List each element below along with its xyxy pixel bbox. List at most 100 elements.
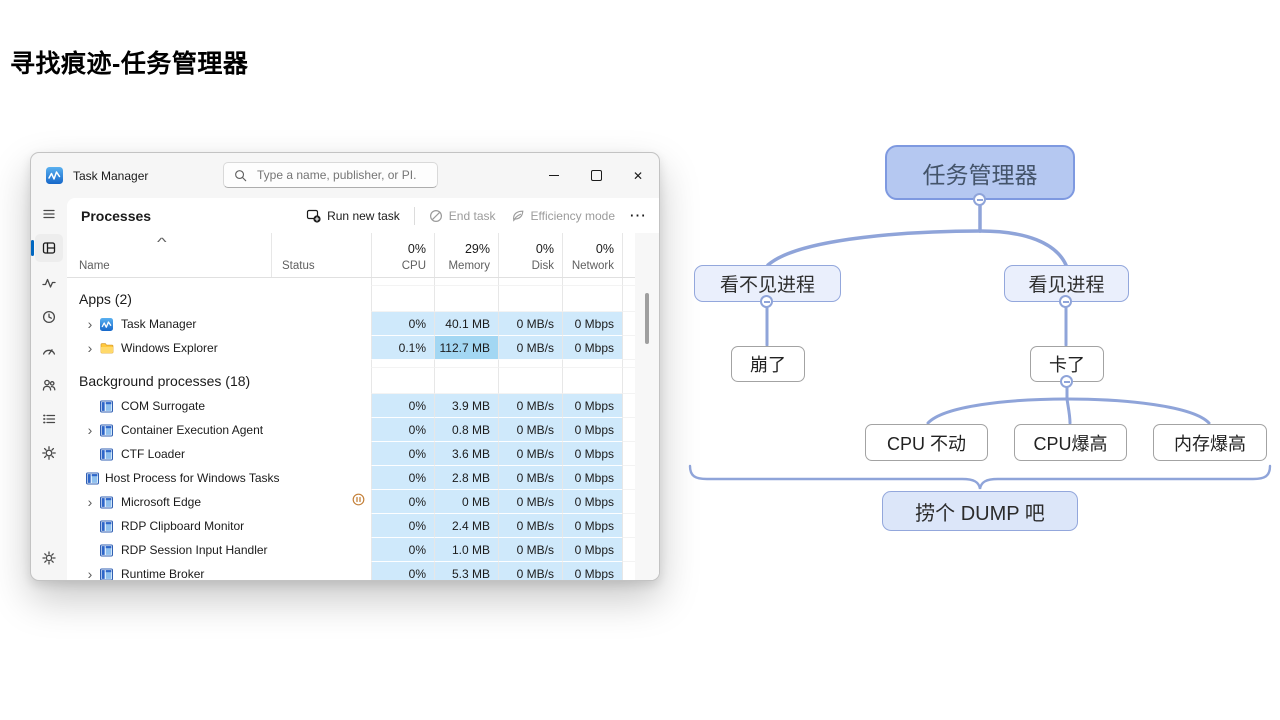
sort-ascending-icon: ^ bbox=[157, 235, 167, 249]
brace bbox=[690, 466, 1270, 489]
disk-value: 0 MB/s bbox=[498, 514, 562, 538]
group-header[interactable]: Background processes (18) bbox=[67, 368, 659, 394]
network-value: 0 Mbps bbox=[562, 538, 622, 562]
cpu-value: 0% bbox=[371, 312, 434, 336]
disk-value: 0 MB/s bbox=[498, 538, 562, 562]
memory-value: 1.0 MB bbox=[434, 538, 498, 562]
process-row[interactable]: ›Microsoft Edge0%0 MB0 MB/s0 Mbps bbox=[67, 490, 659, 514]
mindmap-node-crashed[interactable]: 崩了 bbox=[731, 346, 805, 382]
selected-accent-bar bbox=[31, 240, 34, 256]
column-header-cpu[interactable]: 0% CPU bbox=[371, 233, 434, 277]
expand-chevron-icon[interactable]: › bbox=[83, 423, 97, 437]
sidebar-rail bbox=[31, 198, 67, 580]
end-task-button[interactable]: End task bbox=[429, 209, 496, 223]
content-panel: Processes Run new task bbox=[67, 198, 659, 580]
disk-value: 0 MB/s bbox=[498, 418, 562, 442]
sidebar-item-processes[interactable] bbox=[35, 234, 63, 262]
group-label: Background processes (18) bbox=[79, 373, 250, 389]
efficiency-mode-button[interactable]: Efficiency mode bbox=[510, 209, 616, 223]
process-row[interactable]: ›Runtime Broker0%5.3 MB0 MB/s0 Mbps bbox=[67, 562, 659, 580]
app-icon bbox=[100, 495, 115, 509]
column-header-status[interactable]: Status bbox=[271, 233, 371, 277]
search-icon bbox=[234, 169, 247, 182]
menu-icon[interactable] bbox=[35, 200, 63, 228]
network-column-label: Network bbox=[572, 260, 614, 272]
expand-chevron-icon[interactable]: › bbox=[83, 495, 97, 509]
process-row[interactable]: CTF Loader0%3.6 MB0 MB/s0 Mbps bbox=[67, 442, 659, 466]
status-column-label: Status bbox=[282, 260, 315, 272]
performance-icon bbox=[41, 275, 57, 291]
maximize-button[interactable] bbox=[575, 153, 617, 198]
expand-chevron-icon[interactable]: › bbox=[83, 341, 97, 355]
collapse-toggle-icon[interactable] bbox=[973, 193, 986, 206]
network-total: 0% bbox=[596, 242, 614, 256]
window-body: Processes Run new task bbox=[31, 198, 659, 580]
startup-apps-icon bbox=[41, 343, 57, 359]
efficiency-mode-leaf-icon bbox=[510, 209, 525, 223]
process-row[interactable]: COM Surrogate0%3.9 MB0 MB/s0 Mbps bbox=[67, 394, 659, 418]
group-header[interactable]: Apps (2) bbox=[67, 286, 659, 312]
task-manager-app-icon bbox=[46, 167, 63, 184]
process-row[interactable]: Host Process for Windows Tasks0%2.8 MB0 … bbox=[67, 466, 659, 490]
process-row[interactable]: RDP Session Input Handler0%1.0 MB0 MB/s0… bbox=[67, 538, 659, 562]
process-name: CTF Loader bbox=[121, 447, 185, 461]
column-header-name[interactable]: Name bbox=[79, 260, 110, 272]
process-name: RDP Session Input Handler bbox=[121, 543, 268, 557]
services-icon bbox=[41, 445, 57, 461]
disk-value: 0 MB/s bbox=[498, 466, 562, 490]
network-value: 0 Mbps bbox=[562, 336, 622, 360]
sidebar-item-details[interactable] bbox=[35, 405, 63, 433]
collapse-toggle-icon[interactable] bbox=[760, 295, 773, 308]
scrollbar[interactable] bbox=[635, 233, 659, 580]
sidebar-item-app-history[interactable] bbox=[35, 303, 63, 331]
column-header-network[interactable]: 0% Network bbox=[562, 233, 622, 277]
more-options-button[interactable]: ⋯ bbox=[629, 211, 647, 221]
mindmap-node-dump-action[interactable]: 捞个 DUMP 吧 bbox=[882, 491, 1078, 531]
process-name: Container Execution Agent bbox=[121, 423, 263, 437]
memory-column-label: Memory bbox=[448, 260, 490, 272]
sidebar-item-users[interactable] bbox=[35, 371, 63, 399]
search-input[interactable] bbox=[255, 167, 419, 183]
mindmap-node-memory-spike[interactable]: 内存爆高 bbox=[1153, 424, 1267, 461]
sidebar-item-services[interactable] bbox=[35, 439, 63, 467]
settings-icon[interactable] bbox=[35, 544, 63, 572]
memory-value: 2.8 MB bbox=[434, 466, 498, 490]
collapse-toggle-icon[interactable] bbox=[1060, 375, 1073, 388]
close-icon: ✕ bbox=[633, 169, 643, 183]
cpu-total: 0% bbox=[408, 242, 426, 256]
search-box[interactable] bbox=[223, 162, 438, 188]
mindmap-node-cpu-spike[interactable]: CPU爆高 bbox=[1014, 424, 1127, 461]
process-name: RDP Clipboard Monitor bbox=[121, 519, 244, 533]
group-label: Apps (2) bbox=[79, 291, 132, 307]
process-row[interactable]: ›Task Manager0%40.1 MB0 MB/s0 Mbps bbox=[67, 312, 659, 336]
process-row[interactable]: RDP Clipboard Monitor0%2.4 MB0 MB/s0 Mbp… bbox=[67, 514, 659, 538]
app-icon bbox=[100, 543, 115, 557]
mindmap-node-root[interactable]: 任务管理器 bbox=[885, 145, 1075, 200]
maximize-icon bbox=[591, 170, 602, 181]
minimize-button[interactable] bbox=[533, 153, 575, 198]
end-task-label: End task bbox=[449, 209, 496, 223]
end-task-icon bbox=[429, 209, 443, 223]
mindmap-node-cpu-idle[interactable]: CPU 不动 bbox=[865, 424, 988, 461]
column-header-disk[interactable]: 0% Disk bbox=[498, 233, 562, 277]
collapse-toggle-icon[interactable] bbox=[1059, 295, 1072, 308]
process-row[interactable]: ›Container Execution Agent0%0.8 MB0 MB/s… bbox=[67, 418, 659, 442]
expand-chevron-icon[interactable]: › bbox=[83, 317, 97, 331]
sidebar-item-performance[interactable] bbox=[35, 269, 63, 297]
run-new-task-button[interactable]: Run new task bbox=[306, 208, 400, 223]
process-row[interactable]: ›Windows Explorer0.1%112.7 MB0 MB/s0 Mbp… bbox=[67, 336, 659, 360]
network-value: 0 Mbps bbox=[562, 442, 622, 466]
app-history-icon bbox=[41, 309, 57, 325]
sidebar-item-startup-apps[interactable] bbox=[35, 337, 63, 365]
disk-total: 0% bbox=[536, 242, 554, 256]
expand-chevron-icon[interactable]: › bbox=[83, 567, 97, 580]
close-button[interactable]: ✕ bbox=[617, 153, 659, 198]
titlebar: Task Manager ✕ bbox=[31, 153, 659, 198]
column-header-memory[interactable]: 29% Memory bbox=[434, 233, 498, 277]
memory-value: 3.6 MB bbox=[434, 442, 498, 466]
column-edge-line bbox=[622, 233, 636, 277]
network-value: 0 Mbps bbox=[562, 490, 622, 514]
app-icon bbox=[100, 567, 115, 580]
process-name: Host Process for Windows Tasks bbox=[105, 471, 280, 485]
scrollbar-thumb[interactable] bbox=[645, 293, 649, 344]
